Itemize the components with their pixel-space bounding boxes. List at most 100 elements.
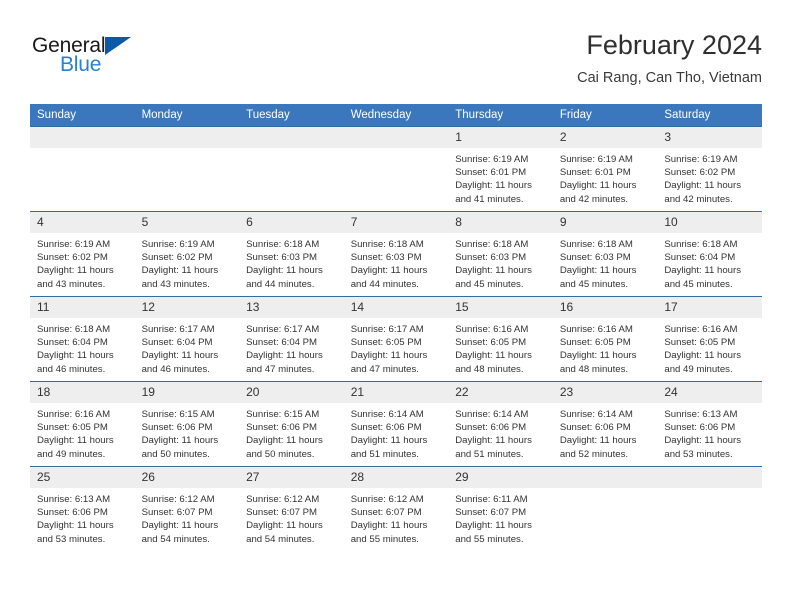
day-details: Sunrise: 6:17 AM Sunset: 6:04 PM Daylight:… [239, 318, 344, 376]
sunset-text: Sunset: 6:05 PM [350, 337, 422, 349]
day-number: 25 [30, 467, 135, 488]
calendar-day-cell[interactable]: 4 Sunrise: 6:19 AM Sunset: 6:02 PM Daylight… [30, 211, 135, 297]
calendar-week-row: 11 Sunrise: 6:18 AM Sunset: 6:04 PM Dayligh… [30, 296, 762, 382]
sunset-text: Sunset: 6:01 PM [455, 167, 527, 179]
sunset-text: Sunset: 6:06 PM [37, 507, 108, 519]
day-details: Sunrise: 6:12 AM Sunset: 6:07 PM Daylight:… [344, 488, 449, 546]
calendar-day-cell[interactable]: 18 Sunrise: 6:16 AM Sunset: 6:05 PM Dayligh… [30, 381, 135, 467]
day-details: Sunrise: 6:18 AM Sunset: 6:03 PM Daylight:… [239, 233, 344, 291]
sunset-text: Sunset: 6:05 PM [37, 422, 108, 434]
day-details: Sunrise: 6:14 AM Sunset: 6:06 PM Daylight:… [344, 403, 449, 461]
brand-name-blue: Blue [60, 53, 102, 76]
calendar-day-cell[interactable]: 20 Sunrise: 6:15 AM Sunset: 6:06 PM Dayligh… [239, 381, 344, 467]
day-number: 15 [448, 297, 553, 318]
day-details: Sunrise: 6:18 AM Sunset: 6:03 PM Daylight:… [553, 233, 658, 291]
sunset-text: Sunset: 6:05 PM [559, 337, 631, 349]
day-details: Sunrise: 6:18 AM Sunset: 6:03 PM Daylight:… [344, 233, 449, 291]
calendar-week-row: 25 Sunrise: 6:13 AM Sunset: 6:06 PM Dayligh… [30, 466, 762, 551]
daylight-text-line2: and 51 minutes. [350, 448, 419, 460]
day-number: 3 [657, 127, 762, 148]
calendar-empty-cell [134, 126, 240, 212]
calendar-day-cell[interactable]: 21 Sunrise: 6:14 AM Sunset: 6:06 PM Dayligh… [343, 381, 449, 467]
daylight-text-line1: Daylight: 11 hours [141, 350, 219, 362]
day-number: 19 [134, 382, 240, 403]
brand-triangle-icon [105, 37, 131, 55]
calendar-week-row: 4 Sunrise: 6:19 AM Sunset: 6:02 PM Daylight… [30, 211, 762, 297]
day-number: 27 [239, 467, 344, 488]
day-details: Sunrise: 6:16 AM Sunset: 6:05 PM Daylight:… [30, 403, 135, 461]
sunrise-text: Sunrise: 6:13 AM [664, 409, 738, 420]
calendar-day-cell[interactable]: 9 Sunrise: 6:18 AM Sunset: 6:03 PM Daylight… [552, 211, 658, 297]
sunset-text: Sunset: 6:04 PM [246, 337, 318, 349]
daylight-text-line2: and 49 minutes. [37, 448, 106, 460]
calendar-day-cell[interactable]: 26 Sunrise: 6:12 AM Sunset: 6:07 PM Dayligh… [134, 466, 240, 551]
daylight-text-line2: and 48 minutes. [559, 363, 629, 375]
calendar-day-cell[interactable]: 5 Sunrise: 6:19 AM Sunset: 6:02 PM Daylight… [134, 211, 240, 297]
daylight-text-line1: Daylight: 11 hours [664, 265, 741, 277]
calendar-day-cell[interactable]: 27 Sunrise: 6:12 AM Sunset: 6:07 PM Dayligh… [239, 466, 344, 551]
sunset-text: Sunset: 6:03 PM [246, 252, 318, 264]
brand-logo[interactable]: General Blue [30, 34, 270, 92]
calendar-day-cell[interactable]: 29 Sunrise: 6:11 AM Sunset: 6:07 PM Dayligh… [448, 466, 553, 551]
sunset-text: Sunset: 6:07 PM [141, 507, 213, 519]
calendar-day-cell[interactable]: 23 Sunrise: 6:14 AM Sunset: 6:06 PM Dayligh… [552, 381, 658, 467]
daylight-text-line1: Daylight: 11 hours [664, 350, 741, 362]
daylight-text-line1: Daylight: 11 hours [350, 520, 428, 532]
daylight-text-line2: and 54 minutes. [246, 533, 315, 545]
sunrise-text: Sunrise: 6:16 AM [455, 324, 529, 335]
sunrise-text: Sunrise: 6:12 AM [246, 494, 320, 505]
day-details: Sunrise: 6:19 AM Sunset: 6:02 PM Daylight:… [657, 148, 762, 206]
sunset-text: Sunset: 6:06 PM [559, 422, 631, 434]
calendar-day-cell[interactable]: 25 Sunrise: 6:13 AM Sunset: 6:06 PM Dayligh… [30, 466, 135, 551]
daylight-text-line2: and 46 minutes. [141, 363, 210, 375]
sunset-text: Sunset: 6:02 PM [37, 252, 108, 264]
calendar-day-cell[interactable]: 3 Sunrise: 6:19 AM Sunset: 6:02 PM Daylight… [657, 126, 762, 212]
daylight-text-line2: and 44 minutes. [246, 278, 315, 290]
calendar-day-cell[interactable]: 10 Sunrise: 6:18 AM Sunset: 6:04 PM Dayligh… [657, 211, 762, 297]
daylight-text-line2: and 50 minutes. [246, 448, 315, 460]
weekday-header-sunday: Sunday [30, 104, 135, 127]
sunset-text: Sunset: 6:03 PM [455, 252, 527, 264]
day-details: Sunrise: 6:12 AM Sunset: 6:07 PM Daylight:… [239, 488, 344, 546]
day-number: 14 [343, 297, 449, 318]
day-details: Sunrise: 6:11 AM Sunset: 6:07 PM Daylight:… [448, 488, 553, 546]
calendar-day-cell[interactable]: 22 Sunrise: 6:14 AM Sunset: 6:06 PM Dayligh… [448, 381, 553, 467]
daylight-text-line2: and 47 minutes. [350, 363, 419, 375]
day-details: Sunrise: 6:18 AM Sunset: 6:04 PM Daylight:… [30, 318, 135, 376]
calendar-day-cell[interactable]: 15 Sunrise: 6:16 AM Sunset: 6:05 PM Dayligh… [448, 296, 553, 382]
daylight-text-line2: and 42 minutes. [664, 193, 733, 205]
calendar-week-row: 1 Sunrise: 6:19 AM Sunset: 6:01 PM Daylight… [30, 126, 762, 212]
calendar-empty-cell [343, 126, 449, 212]
calendar-day-cell[interactable]: 7 Sunrise: 6:18 AM Sunset: 6:03 PM Daylight… [343, 211, 449, 297]
calendar-day-cell[interactable]: 8 Sunrise: 6:18 AM Sunset: 6:03 PM Daylight… [448, 211, 553, 297]
sunrise-text: Sunrise: 6:19 AM [664, 154, 738, 165]
daylight-text-line2: and 46 minutes. [37, 363, 106, 375]
daylight-text-line1: Daylight: 11 hours [455, 265, 532, 277]
daylight-text-line1: Daylight: 11 hours [350, 435, 428, 447]
calendar-day-cell[interactable]: 17 Sunrise: 6:16 AM Sunset: 6:05 PM Dayligh… [657, 296, 762, 382]
calendar-day-cell[interactable]: 2 Sunrise: 6:19 AM Sunset: 6:01 PM Daylight… [552, 126, 658, 212]
sunset-text: Sunset: 6:04 PM [37, 337, 108, 349]
calendar-day-cell[interactable]: 12 Sunrise: 6:17 AM Sunset: 6:04 PM Dayligh… [134, 296, 240, 382]
calendar-day-cell[interactable]: 24 Sunrise: 6:13 AM Sunset: 6:06 PM Dayligh… [657, 381, 762, 467]
calendar-day-cell[interactable]: 16 Sunrise: 6:16 AM Sunset: 6:05 PM Dayligh… [552, 296, 658, 382]
daylight-text-line1: Daylight: 11 hours [455, 350, 532, 362]
sunrise-text: Sunrise: 6:17 AM [141, 324, 215, 335]
weekday-header-thursday: Thursday [448, 104, 553, 127]
calendar-day-cell[interactable]: 6 Sunrise: 6:18 AM Sunset: 6:03 PM Daylight… [239, 211, 344, 297]
day-details: Sunrise: 6:13 AM Sunset: 6:06 PM Daylight:… [657, 403, 762, 461]
sunrise-text: Sunrise: 6:17 AM [350, 324, 424, 335]
daylight-text-line2: and 49 minutes. [664, 363, 733, 375]
calendar-day-cell[interactable]: 13 Sunrise: 6:17 AM Sunset: 6:04 PM Dayligh… [239, 296, 344, 382]
title-block: February 2024 Cai Rang, Can Tho, Vietnam [577, 28, 762, 88]
calendar-day-cell[interactable]: 11 Sunrise: 6:18 AM Sunset: 6:04 PM Dayligh… [30, 296, 135, 382]
day-details: Sunrise: 6:14 AM Sunset: 6:06 PM Daylight:… [448, 403, 553, 461]
sunset-text: Sunset: 6:06 PM [664, 422, 736, 434]
daylight-text-line1: Daylight: 11 hours [37, 350, 114, 362]
sunset-text: Sunset: 6:03 PM [350, 252, 422, 264]
calendar-day-cell[interactable]: 19 Sunrise: 6:15 AM Sunset: 6:06 PM Dayligh… [134, 381, 240, 467]
calendar-day-cell[interactable]: 14 Sunrise: 6:17 AM Sunset: 6:05 PM Dayligh… [343, 296, 449, 382]
calendar-day-cell[interactable]: 28 Sunrise: 6:12 AM Sunset: 6:07 PM Dayligh… [343, 466, 449, 551]
calendar-day-cell[interactable]: 1 Sunrise: 6:19 AM Sunset: 6:01 PM Daylight… [448, 126, 553, 212]
weekday-header-wednesday: Wednesday [343, 104, 449, 127]
